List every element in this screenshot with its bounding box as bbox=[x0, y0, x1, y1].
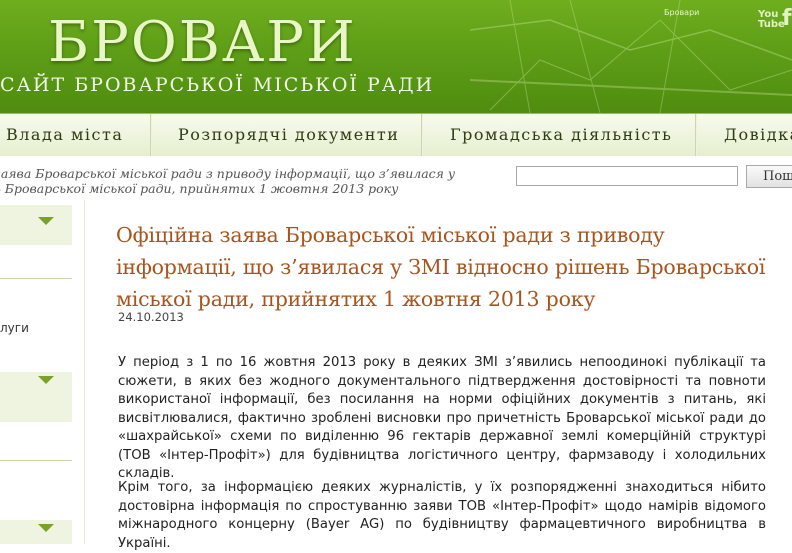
map-label: Бровари bbox=[664, 8, 700, 17]
city-map-graphic bbox=[470, 0, 792, 113]
youtube-icon[interactable]: You Tube bbox=[758, 10, 785, 30]
chevron-down-icon[interactable] bbox=[38, 524, 54, 532]
sidebar-menu-block[interactable] bbox=[0, 372, 72, 422]
chevron-down-icon[interactable] bbox=[38, 376, 54, 384]
nav-separator bbox=[695, 114, 697, 156]
article-title: Офіційна заява Броварської міської ради … bbox=[116, 223, 766, 311]
nav-item-rozporiadchi-dokumenty[interactable]: Розпорядчі документи bbox=[178, 114, 399, 156]
nav-item-dovidka[interactable]: Довідка bbox=[724, 114, 792, 156]
article-paragraph: У період з 1 по 16 жовтня 2013 року в де… bbox=[118, 355, 766, 481]
sidebar-menu-block[interactable] bbox=[0, 520, 72, 544]
site-header: Бровари БРОВАРИ САЙТ БРОВАРСЬКОЇ МІСЬКОЇ… bbox=[0, 0, 792, 113]
search-input[interactable] bbox=[516, 166, 738, 186]
sidebar-menu-block[interactable] bbox=[0, 205, 72, 245]
main-nav: Влада міста Розпорядчі документи Громадс… bbox=[0, 113, 792, 157]
chevron-down-icon[interactable] bbox=[38, 217, 54, 225]
article-date: 24.10.2013 bbox=[118, 310, 184, 324]
breadcrumb[interactable]: заява Броварської міської ради з приводу… bbox=[0, 166, 455, 181]
nav-separator bbox=[421, 114, 423, 156]
nav-item-vlada-mista[interactable]: Влада міста bbox=[6, 114, 123, 156]
facebook-icon[interactable]: f bbox=[782, 6, 792, 31]
site-subtitle: САЙТ БРОВАРСЬКОЇ МІСЬКОЇ РАДИ bbox=[0, 74, 435, 96]
breadcrumb[interactable]: ь Броварської міської ради, прийнятих 1 … bbox=[0, 181, 398, 196]
article-paragraph: Крім того, за інформацією деяких журналі… bbox=[118, 480, 766, 551]
nav-separator bbox=[150, 114, 152, 156]
nav-item-hromadska-diialnist[interactable]: Громадська діяльність bbox=[450, 114, 672, 156]
column-divider bbox=[84, 200, 85, 544]
sidebar-divider bbox=[0, 460, 72, 461]
sidebar-item[interactable]: луги bbox=[0, 321, 29, 335]
search-button[interactable]: Пошук bbox=[746, 165, 792, 188]
sidebar-divider bbox=[0, 278, 72, 279]
site-title[interactable]: БРОВАРИ bbox=[48, 10, 357, 75]
